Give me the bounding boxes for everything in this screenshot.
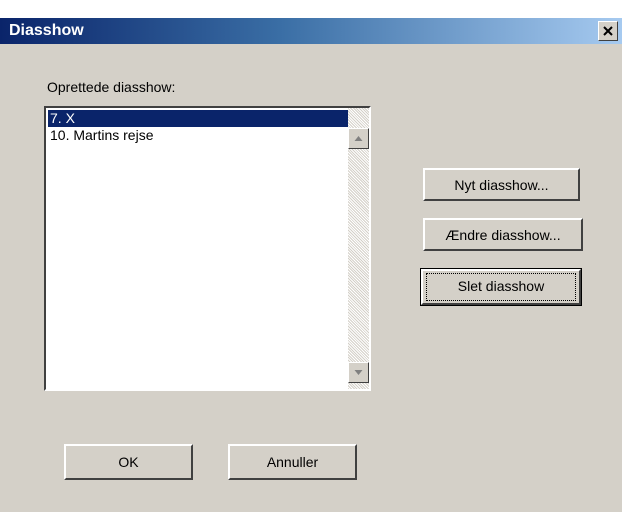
edit-slideshow-button[interactable]: Ændre diasshow...: [423, 218, 583, 251]
list-item[interactable]: 10. Martins rejse: [48, 127, 348, 144]
new-slideshow-label: Nyt diasshow...: [454, 177, 549, 193]
arrow-down-icon: [354, 370, 363, 375]
window-title: Diasshow: [9, 22, 84, 39]
edit-slideshow-label: Ændre diasshow...: [445, 227, 561, 243]
list-item-label: 7. X: [50, 110, 75, 126]
slideshow-list-label: Oprettede diasshow:: [47, 79, 176, 95]
delete-slideshow-button[interactable]: Slet diasshow: [420, 268, 582, 306]
close-button[interactable]: [598, 21, 618, 41]
arrow-up-icon: [354, 136, 363, 141]
vertical-scrollbar[interactable]: [348, 108, 369, 389]
delete-slideshow-label: Slet diasshow: [457, 278, 545, 294]
background-strip: [0, 0, 622, 18]
list-item[interactable]: 7. X: [48, 110, 348, 127]
scroll-down-button[interactable]: [348, 362, 369, 383]
title-bar[interactable]: Diasshow: [0, 18, 622, 44]
new-slideshow-button[interactable]: Nyt diasshow...: [423, 168, 580, 201]
cancel-button[interactable]: Annuller: [228, 444, 357, 480]
cancel-label: Annuller: [266, 454, 319, 470]
ok-label: OK: [118, 454, 139, 470]
slideshow-listbox[interactable]: 7. X 10. Martins rejse: [44, 106, 371, 391]
list-item-label: 10. Martins rejse: [50, 127, 154, 143]
close-icon: [603, 26, 613, 36]
scroll-up-button[interactable]: [348, 128, 369, 149]
diasshow-dialog: Diasshow Oprettede diasshow: 7. X 10. Ma…: [0, 18, 622, 512]
ok-button[interactable]: OK: [64, 444, 193, 480]
